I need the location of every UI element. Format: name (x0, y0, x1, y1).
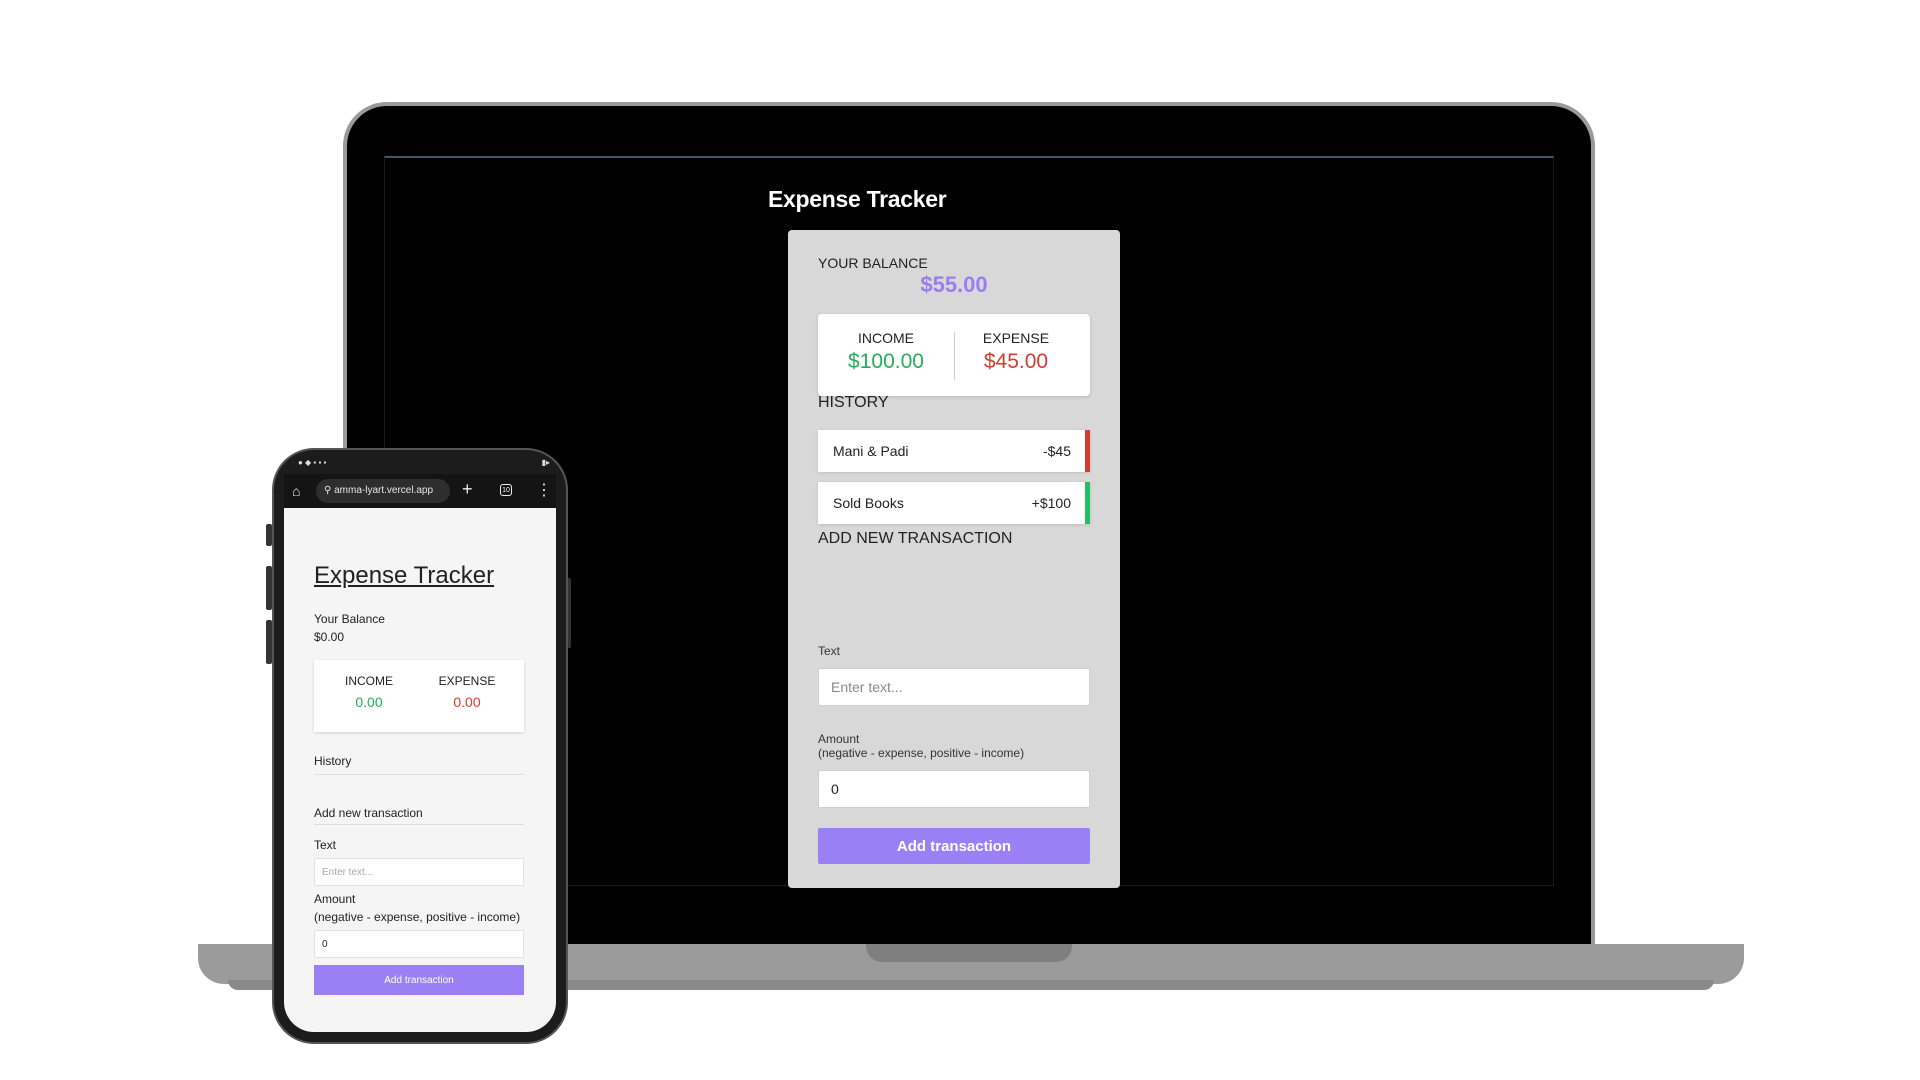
history-heading: History (314, 754, 352, 768)
site-settings-icon: ⚲ (324, 485, 335, 496)
income-amount: 0.00 (355, 694, 383, 710)
text-label: Text (818, 644, 841, 658)
income-amount: $100.00 (848, 350, 924, 373)
expense-column: EXPENSE $45.00 (956, 330, 1076, 374)
expense-label: EXPENSE (982, 330, 1050, 346)
balance-amount: $0.00 (314, 630, 345, 644)
page-title: Expense Tracker (314, 562, 495, 589)
divider (954, 332, 955, 380)
expense-amount: $45.00 (983, 350, 1049, 373)
income-label: INCOME (345, 674, 393, 688)
address-bar[interactable]: ⚲ amma-lyart.vercel.app (316, 479, 450, 503)
add-transaction-button[interactable]: Add transaction (818, 828, 1090, 864)
amount-hint: (negative - expense, positive - income) (818, 746, 1025, 760)
history-heading: HISTORY (818, 394, 889, 411)
status-icons: ● ◆ ▪ ▪ ▪ (298, 458, 327, 467)
laptop-notch (866, 944, 1072, 962)
history-item[interactable]: Sold Books +$100 (818, 482, 1090, 524)
phone-screen: Expense Tracker Your Balance $0.00 INCOM… (284, 508, 556, 1032)
battery-icon: ▮▸ (541, 458, 550, 467)
page-title: Expense Tracker (768, 186, 947, 212)
divider (314, 824, 524, 825)
amount-hint: (negative - expense, positive - income) (314, 910, 521, 924)
url-text: amma-lyart.vercel.app (334, 485, 434, 496)
tabs-icon[interactable]: 10 (500, 484, 512, 496)
expense-amount: 0.00 (453, 694, 481, 710)
amount-input[interactable] (818, 770, 1090, 808)
add-transaction-heading: Add new transaction (314, 806, 423, 820)
amount-label: Amount (314, 892, 356, 906)
balance-label: YOUR BALANCE (818, 255, 928, 271)
history-item[interactable]: Mani & Padi -$45 (818, 430, 1090, 472)
text-label: Text (314, 838, 337, 852)
income-column: INCOME $100.00 (818, 330, 954, 374)
history-item-text: Sold Books (833, 495, 904, 511)
expense-label: EXPENSE (438, 674, 496, 688)
balance-amount: $55.00 (920, 272, 988, 297)
amount-label: Amount (818, 732, 860, 746)
new-tab-icon[interactable]: + (462, 479, 473, 500)
browser-toolbar: ⌂ ⚲ amma-lyart.vercel.app + 10 ⋮ (284, 474, 556, 508)
expense-tracker-card: YOUR BALANCE $55.00 INCOME $100.00 EXPEN… (788, 230, 1120, 888)
history-item-amount: -$45 (1042, 443, 1071, 459)
text-input[interactable] (818, 668, 1090, 706)
home-icon[interactable]: ⌂ (292, 483, 300, 499)
income-expense-panel: INCOME $100.00 EXPENSE $45.00 (818, 314, 1090, 396)
income-expense-panel: INCOME 0.00 EXPENSE 0.00 (314, 660, 524, 732)
more-menu-icon[interactable]: ⋮ (536, 480, 552, 500)
phone-status-bar: ● ◆ ▪ ▪ ▪ ▮▸ (298, 458, 554, 474)
add-transaction-button[interactable]: Add transaction (314, 965, 524, 995)
amount-input[interactable] (314, 930, 524, 958)
balance-label: Your Balance (314, 612, 385, 626)
history-item-text: Mani & Padi (833, 443, 909, 459)
income-column: INCOME 0.00 (324, 674, 414, 710)
divider (314, 774, 524, 775)
add-transaction-heading: ADD NEW TRANSACTION (818, 530, 1013, 547)
text-input[interactable] (314, 858, 524, 886)
income-label: INCOME (858, 330, 914, 346)
expense-column: EXPENSE 0.00 (422, 674, 512, 710)
history-item-amount: +$100 (1031, 495, 1071, 511)
